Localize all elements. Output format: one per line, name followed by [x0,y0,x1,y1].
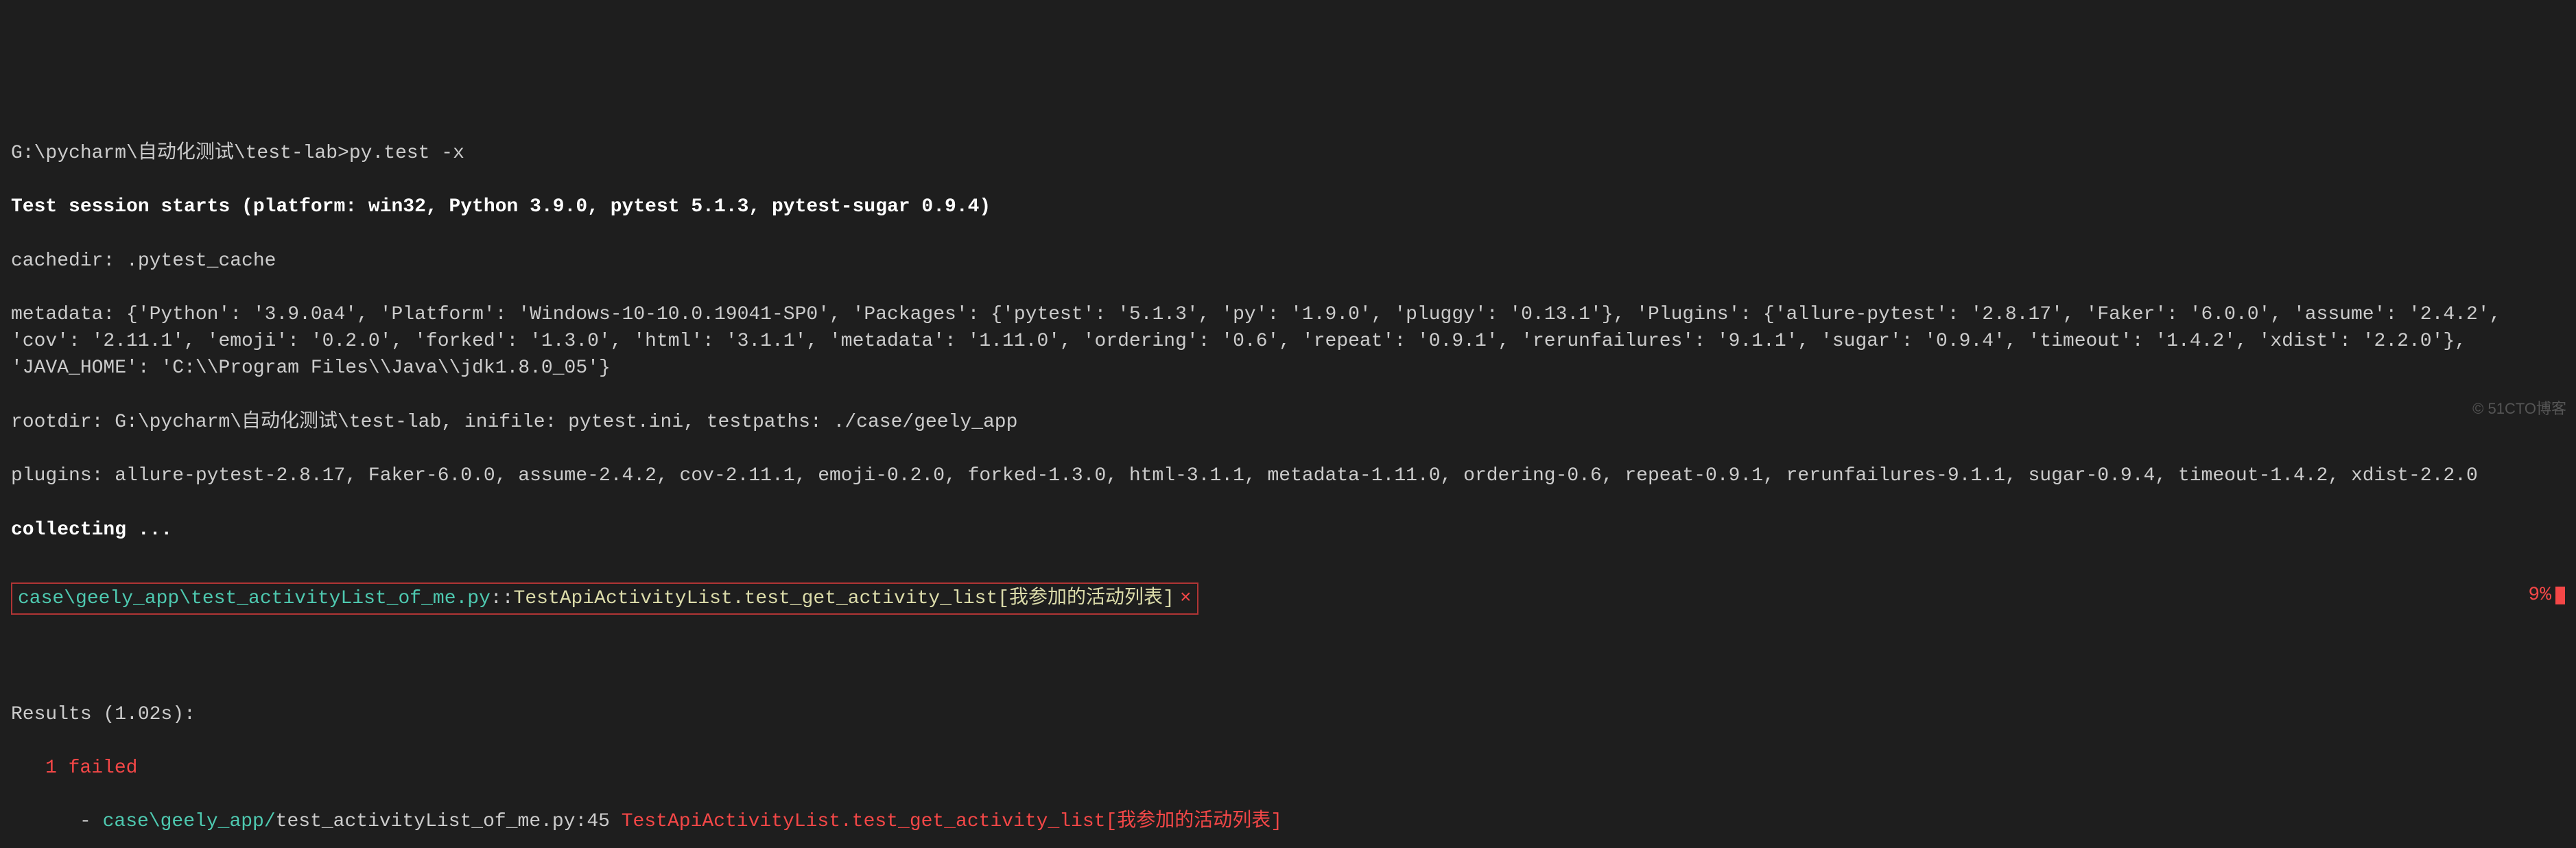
metadata-line: metadata: {'Python': '3.9.0a4', 'Platfor… [11,301,2565,382]
test-file-path: case\geely_app\test_activityList_of_me.p… [18,588,491,609]
collecting-line: collecting ... [11,517,2565,543]
rootdir-line: rootdir: G:\pycharm\自动化测试\test-lab, inif… [11,409,2565,436]
command-prompt: G:\pycharm\自动化测试\test-lab>py.test -x [11,140,2565,167]
plugins-line: plugins: allure-pytest-2.8.17, Faker-6.0… [11,462,2565,489]
result-line-number: :45 [576,811,622,832]
test-result-row: case\geely_app\test_activityList_of_me.p… [11,570,2565,620]
failed-detail-line: - case\geely_app/test_activityList_of_me… [11,808,2565,835]
failed-test-box: case\geely_app\test_activityList_of_me.p… [11,582,1198,615]
fail-icon: × [1180,588,1192,609]
test-case-name: TestApiActivityList.test_get_activity_li… [514,588,1174,609]
failed-count: 1 failed [11,755,2565,781]
terminal-output: G:\pycharm\自动化测试\test-lab>py.test -x Tes… [11,113,2565,848]
progress-percent: 9% [2528,582,2565,609]
watermark-text: © 51CTO博客 [2472,399,2566,420]
result-path-prefix: case\geely_app/ [103,811,276,832]
results-header: Results (1.02s): [11,701,2565,728]
progress-bar-icon [2555,587,2565,604]
path-separator: :: [491,588,514,609]
result-test-name: TestApiActivityList.test_get_activity_li… [622,811,1282,832]
result-path-file: test_activityList_of_me.py [276,811,576,832]
session-header: Test session starts (platform: win32, Py… [11,193,2565,220]
cachedir-line: cachedir: .pytest_cache [11,248,2565,274]
